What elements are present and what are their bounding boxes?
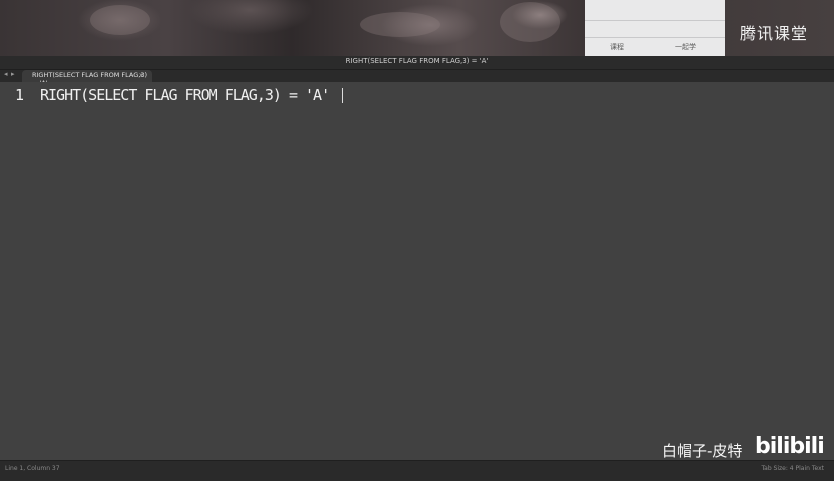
code-editor[interactable]: 1 RIGHT(SELECT FLAG FROM FLAG,3) = 'A' [0,82,834,460]
window-title: RIGHT(SELECT FLAG FROM FLAG,3) = 'A' [345,57,489,65]
cursor-position: Line 1, Column 37 [5,465,60,472]
popup-tab[interactable]: 课程 [610,42,624,52]
tab-forward-icon[interactable]: ▸ [11,70,15,78]
wallpaper-shape [500,2,560,42]
divider [585,20,725,21]
wallpaper-shape [90,5,150,35]
window-titlebar: RIGHT(SELECT FLAG FROM FLAG,3) = 'A' [0,56,834,70]
wallpaper-shape [360,12,440,37]
popup-tab[interactable]: 一起学 [675,42,696,52]
text-cursor [342,88,343,103]
divider [585,37,725,38]
tencent-classroom-logo: 腾讯课堂 [740,24,809,43]
editor-line[interactable]: 1 RIGHT(SELECT FLAG FROM FLAG,3) = 'A' [0,86,834,106]
close-icon[interactable]: × [139,71,144,79]
watermark-text: 白帽子-皮特 [662,442,743,460]
bilibili-logo: bilibili [755,434,825,459]
line-text[interactable]: RIGHT(SELECT FLAG FROM FLAG,3) = 'A' [40,86,330,104]
status-bar: Line 1, Column 37 Tab Size: 4 Plain Text [0,460,834,481]
syntax-info[interactable]: Tab Size: 4 Plain Text [761,465,824,472]
tab-back-icon[interactable]: ◂ [4,70,8,78]
line-number: 1 [15,86,25,104]
background-window: 课程 一起学 [585,0,725,56]
tab-file[interactable]: RIGHT(SELECT FLAG FROM FLAG,3) = 'A' × [22,70,152,87]
tab-bar: ◂ ▸ RIGHT(SELECT FLAG FROM FLAG,3) = 'A'… [0,70,834,87]
